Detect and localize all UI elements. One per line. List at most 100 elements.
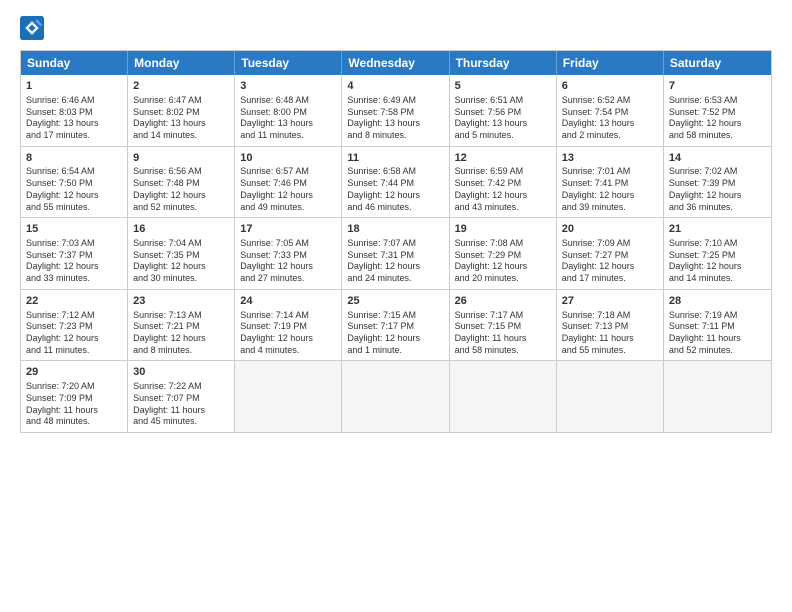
calendar-cell: 15Sunrise: 7:03 AM Sunset: 7:37 PM Dayli… (21, 218, 128, 289)
day-info: Sunrise: 6:49 AM Sunset: 7:58 PM Dayligh… (347, 95, 443, 142)
day-info: Sunrise: 7:12 AM Sunset: 7:23 PM Dayligh… (26, 310, 122, 357)
day-info: Sunrise: 7:19 AM Sunset: 7:11 PM Dayligh… (669, 310, 766, 357)
day-number: 10 (240, 151, 336, 166)
day-number: 20 (562, 222, 658, 237)
day-number: 24 (240, 294, 336, 309)
day-info: Sunrise: 6:53 AM Sunset: 7:52 PM Dayligh… (669, 95, 766, 142)
day-number: 27 (562, 294, 658, 309)
calendar-row-1: 8Sunrise: 6:54 AM Sunset: 7:50 PM Daylig… (21, 147, 771, 219)
logo (20, 16, 110, 40)
day-number: 7 (669, 79, 766, 94)
calendar-cell: 28Sunrise: 7:19 AM Sunset: 7:11 PM Dayli… (664, 290, 771, 361)
calendar-cell: 10Sunrise: 6:57 AM Sunset: 7:46 PM Dayli… (235, 147, 342, 218)
day-info: Sunrise: 6:47 AM Sunset: 8:02 PM Dayligh… (133, 95, 229, 142)
calendar-cell: 11Sunrise: 6:58 AM Sunset: 7:44 PM Dayli… (342, 147, 449, 218)
day-number: 8 (26, 151, 122, 166)
calendar-cell: 7Sunrise: 6:53 AM Sunset: 7:52 PM Daylig… (664, 75, 771, 146)
calendar-cell: 16Sunrise: 7:04 AM Sunset: 7:35 PM Dayli… (128, 218, 235, 289)
day-number: 23 (133, 294, 229, 309)
day-info: Sunrise: 7:17 AM Sunset: 7:15 PM Dayligh… (455, 310, 551, 357)
day-info: Sunrise: 7:04 AM Sunset: 7:35 PM Dayligh… (133, 238, 229, 285)
day-info: Sunrise: 7:14 AM Sunset: 7:19 PM Dayligh… (240, 310, 336, 357)
day-info: Sunrise: 7:15 AM Sunset: 7:17 PM Dayligh… (347, 310, 443, 357)
day-number: 13 (562, 151, 658, 166)
calendar-cell (450, 361, 557, 432)
calendar-cell (235, 361, 342, 432)
day-number: 22 (26, 294, 122, 309)
day-info: Sunrise: 6:52 AM Sunset: 7:54 PM Dayligh… (562, 95, 658, 142)
day-number: 4 (347, 79, 443, 94)
day-info: Sunrise: 7:05 AM Sunset: 7:33 PM Dayligh… (240, 238, 336, 285)
day-info: Sunrise: 7:09 AM Sunset: 7:27 PM Dayligh… (562, 238, 658, 285)
day-info: Sunrise: 7:02 AM Sunset: 7:39 PM Dayligh… (669, 166, 766, 213)
day-info: Sunrise: 7:10 AM Sunset: 7:25 PM Dayligh… (669, 238, 766, 285)
day-number: 17 (240, 222, 336, 237)
calendar-cell: 5Sunrise: 6:51 AM Sunset: 7:56 PM Daylig… (450, 75, 557, 146)
calendar-cell: 3Sunrise: 6:48 AM Sunset: 8:00 PM Daylig… (235, 75, 342, 146)
calendar-cell: 6Sunrise: 6:52 AM Sunset: 7:54 PM Daylig… (557, 75, 664, 146)
calendar-row-3: 22Sunrise: 7:12 AM Sunset: 7:23 PM Dayli… (21, 290, 771, 362)
calendar-header: SundayMondayTuesdayWednesdayThursdayFrid… (21, 51, 771, 75)
day-header-monday: Monday (128, 51, 235, 75)
calendar-cell: 27Sunrise: 7:18 AM Sunset: 7:13 PM Dayli… (557, 290, 664, 361)
calendar-cell: 19Sunrise: 7:08 AM Sunset: 7:29 PM Dayli… (450, 218, 557, 289)
calendar-body: 1Sunrise: 6:46 AM Sunset: 8:03 PM Daylig… (21, 75, 771, 432)
calendar-cell: 2Sunrise: 6:47 AM Sunset: 8:02 PM Daylig… (128, 75, 235, 146)
calendar-cell: 4Sunrise: 6:49 AM Sunset: 7:58 PM Daylig… (342, 75, 449, 146)
day-number: 19 (455, 222, 551, 237)
day-header-saturday: Saturday (664, 51, 771, 75)
day-info: Sunrise: 6:59 AM Sunset: 7:42 PM Dayligh… (455, 166, 551, 213)
day-number: 2 (133, 79, 229, 94)
day-number: 16 (133, 222, 229, 237)
calendar-cell: 13Sunrise: 7:01 AM Sunset: 7:41 PM Dayli… (557, 147, 664, 218)
day-info: Sunrise: 7:07 AM Sunset: 7:31 PM Dayligh… (347, 238, 443, 285)
calendar-cell: 20Sunrise: 7:09 AM Sunset: 7:27 PM Dayli… (557, 218, 664, 289)
day-info: Sunrise: 7:13 AM Sunset: 7:21 PM Dayligh… (133, 310, 229, 357)
calendar-cell: 18Sunrise: 7:07 AM Sunset: 7:31 PM Dayli… (342, 218, 449, 289)
day-info: Sunrise: 7:22 AM Sunset: 7:07 PM Dayligh… (133, 381, 229, 428)
day-header-sunday: Sunday (21, 51, 128, 75)
calendar-cell: 9Sunrise: 6:56 AM Sunset: 7:48 PM Daylig… (128, 147, 235, 218)
day-number: 28 (669, 294, 766, 309)
day-info: Sunrise: 6:54 AM Sunset: 7:50 PM Dayligh… (26, 166, 122, 213)
calendar-cell: 24Sunrise: 7:14 AM Sunset: 7:19 PM Dayli… (235, 290, 342, 361)
day-number: 15 (26, 222, 122, 237)
day-info: Sunrise: 6:58 AM Sunset: 7:44 PM Dayligh… (347, 166, 443, 213)
calendar-cell: 14Sunrise: 7:02 AM Sunset: 7:39 PM Dayli… (664, 147, 771, 218)
day-header-friday: Friday (557, 51, 664, 75)
day-number: 18 (347, 222, 443, 237)
calendar-cell (664, 361, 771, 432)
day-number: 3 (240, 79, 336, 94)
calendar-cell: 26Sunrise: 7:17 AM Sunset: 7:15 PM Dayli… (450, 290, 557, 361)
day-info: Sunrise: 6:56 AM Sunset: 7:48 PM Dayligh… (133, 166, 229, 213)
day-number: 11 (347, 151, 443, 166)
day-number: 12 (455, 151, 551, 166)
day-number: 21 (669, 222, 766, 237)
day-number: 1 (26, 79, 122, 94)
day-info: Sunrise: 7:20 AM Sunset: 7:09 PM Dayligh… (26, 381, 122, 428)
calendar-row-4: 29Sunrise: 7:20 AM Sunset: 7:09 PM Dayli… (21, 361, 771, 432)
calendar-cell: 29Sunrise: 7:20 AM Sunset: 7:09 PM Dayli… (21, 361, 128, 432)
day-info: Sunrise: 7:08 AM Sunset: 7:29 PM Dayligh… (455, 238, 551, 285)
calendar-cell (342, 361, 449, 432)
calendar-cell: 25Sunrise: 7:15 AM Sunset: 7:17 PM Dayli… (342, 290, 449, 361)
day-info: Sunrise: 7:03 AM Sunset: 7:37 PM Dayligh… (26, 238, 122, 285)
day-number: 9 (133, 151, 229, 166)
day-info: Sunrise: 7:18 AM Sunset: 7:13 PM Dayligh… (562, 310, 658, 357)
day-header-wednesday: Wednesday (342, 51, 449, 75)
day-header-thursday: Thursday (450, 51, 557, 75)
calendar-cell (557, 361, 664, 432)
day-info: Sunrise: 7:01 AM Sunset: 7:41 PM Dayligh… (562, 166, 658, 213)
day-number: 25 (347, 294, 443, 309)
day-number: 6 (562, 79, 658, 94)
calendar-cell: 21Sunrise: 7:10 AM Sunset: 7:25 PM Dayli… (664, 218, 771, 289)
calendar: SundayMondayTuesdayWednesdayThursdayFrid… (20, 50, 772, 433)
calendar-cell: 8Sunrise: 6:54 AM Sunset: 7:50 PM Daylig… (21, 147, 128, 218)
day-info: Sunrise: 6:57 AM Sunset: 7:46 PM Dayligh… (240, 166, 336, 213)
day-number: 29 (26, 365, 122, 380)
calendar-cell: 17Sunrise: 7:05 AM Sunset: 7:33 PM Dayli… (235, 218, 342, 289)
day-info: Sunrise: 6:48 AM Sunset: 8:00 PM Dayligh… (240, 95, 336, 142)
day-info: Sunrise: 6:51 AM Sunset: 7:56 PM Dayligh… (455, 95, 551, 142)
calendar-row-0: 1Sunrise: 6:46 AM Sunset: 8:03 PM Daylig… (21, 75, 771, 147)
calendar-cell: 22Sunrise: 7:12 AM Sunset: 7:23 PM Dayli… (21, 290, 128, 361)
